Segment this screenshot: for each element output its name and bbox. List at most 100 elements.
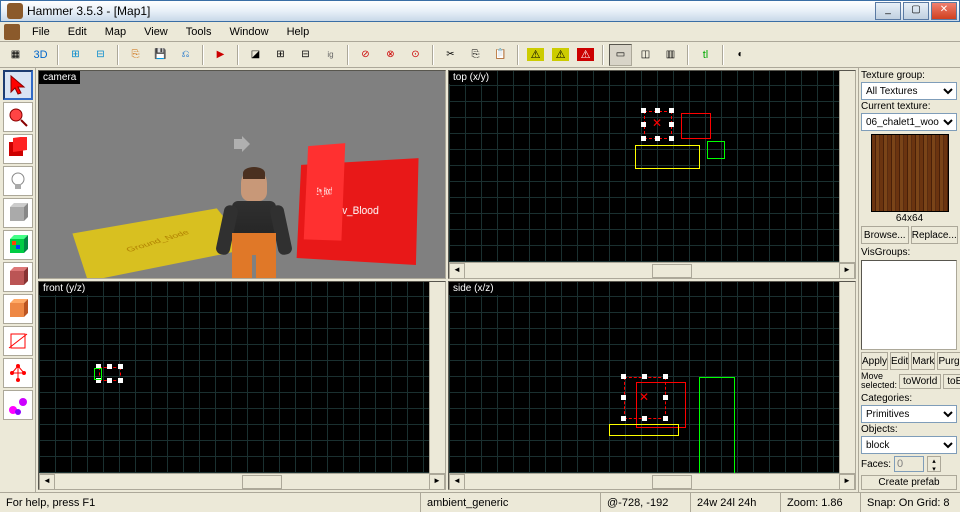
edit-button[interactable]: Edit (890, 352, 909, 370)
purge-button[interactable]: Purge (937, 352, 960, 370)
tool-path[interactable] (3, 390, 33, 420)
tool-entity[interactable] (3, 134, 33, 164)
tool-magnify[interactable] (3, 102, 33, 132)
tb-cordon-yellow-icon[interactable]: ⚠ (524, 44, 547, 66)
tb-sel-face2-icon[interactable]: ▥ (659, 44, 682, 66)
menu-help[interactable]: Help (279, 24, 318, 40)
tb-copy-icon[interactable]: ⎘ (464, 44, 487, 66)
faces-spinner[interactable]: ▴▾ (927, 456, 941, 472)
tb-reload-icon[interactable]: ⎌ (174, 44, 197, 66)
window-title: Hammer 3.5.3 - [Map1] (27, 4, 875, 18)
texgroup-select[interactable]: All Textures (861, 82, 957, 100)
status-zoom: Zoom: 1.86 (780, 493, 860, 512)
texgroup-label: Texture group: (861, 70, 958, 81)
minimize-button[interactable]: _ (875, 2, 901, 20)
entity-green (94, 368, 102, 380)
faces-label: Faces: (861, 459, 891, 470)
scrollbar-h[interactable]: ◄► (39, 473, 445, 489)
menu-tools[interactable]: Tools (178, 24, 220, 40)
mark-button[interactable]: Mark (911, 352, 935, 370)
scrollbar-h[interactable]: ◄► (449, 262, 855, 278)
tool-decal[interactable] (3, 294, 33, 324)
viewport-label: camera (39, 71, 80, 84)
tool-block[interactable] (3, 198, 33, 228)
tb-save-icon[interactable]: 💾 (149, 44, 172, 66)
scrollbar-v[interactable] (839, 282, 855, 473)
tool-clip[interactable] (3, 326, 33, 356)
toolbar: ▦ 3D ⊞ ⊟ ⎘ 💾 ⎌ ▶ ◪ ⊞ ⊟ ig ⊘ ⊗ ⊙ ✂ ⎘ 📋 ⚠ … (0, 42, 960, 68)
scrollbar-v[interactable] (429, 282, 445, 473)
tb-carve-icon[interactable]: ◪ (244, 44, 267, 66)
tb-dispmask-icon[interactable]: ◐ (729, 44, 752, 66)
right-panel: Texture group: All Textures Current text… (858, 68, 960, 492)
tb-sel-brush-icon[interactable]: ▭ (609, 44, 632, 66)
visgroups-list[interactable] (861, 260, 957, 350)
viewport-label: side (x/z) (449, 282, 498, 295)
player-model (209, 171, 299, 278)
objects-label: Objects: (861, 424, 958, 435)
tb-run-icon[interactable]: ▶ (209, 44, 232, 66)
toworld-button[interactable]: toWorld (899, 374, 941, 389)
maximize-button[interactable]: ▢ (903, 2, 929, 20)
tb-sel-face1-icon[interactable]: ◫ (634, 44, 657, 66)
tb-hideun-icon[interactable]: ⊗ (379, 44, 402, 66)
tool-selection[interactable] (3, 70, 33, 100)
replace-button[interactable]: Replace... (911, 226, 959, 244)
tb-ungroup-icon[interactable]: ⊟ (294, 44, 317, 66)
tb-cut-icon[interactable]: ✂ (439, 44, 462, 66)
browse-button[interactable]: Browse... (861, 226, 909, 244)
viewport-label: top (x/y) (449, 71, 493, 84)
viewport-grid: camera Ground_Node Env_Blood Env_Blood t… (36, 68, 858, 492)
tool-texture[interactable] (3, 230, 33, 260)
menu-file[interactable]: File (24, 24, 58, 40)
tb-load-icon[interactable]: ⎘ (124, 44, 147, 66)
menu-view[interactable]: View (136, 24, 176, 40)
viewport-camera[interactable]: camera Ground_Node Env_Blood Env_Blood (38, 70, 446, 279)
tool-light[interactable] (3, 166, 33, 196)
categories-select[interactable]: Primitives (861, 405, 957, 423)
tb-hide-icon[interactable]: ⊘ (354, 44, 377, 66)
movesel-label: Move selected: (861, 372, 897, 390)
viewport-top[interactable]: top (x/y) ✕ ◄► (448, 70, 856, 279)
status-dims: 24w 24l 24h (690, 493, 780, 512)
tb-cordon-red-icon[interactable]: ⚠ (574, 44, 597, 66)
curtex-select[interactable]: 06_chalet1_woo (861, 113, 957, 131)
tool-applytex[interactable] (3, 262, 33, 292)
menu-edit[interactable]: Edit (60, 24, 95, 40)
tb-ig-icon[interactable]: ig (319, 44, 342, 66)
apply-button[interactable]: Apply (861, 352, 888, 370)
main-area: camera Ground_Node Env_Blood Env_Blood t… (0, 68, 960, 492)
menu-window[interactable]: Window (221, 24, 276, 40)
objects-select[interactable]: block (861, 436, 957, 454)
tool-vertex[interactable] (3, 358, 33, 388)
status-entity: ambient_generic (420, 493, 600, 512)
status-help: For help, press F1 (0, 493, 420, 512)
faces-input[interactable] (894, 456, 924, 472)
toentity-button[interactable]: toEntity (943, 374, 960, 389)
tb-gridlarge-icon[interactable]: ⊟ (89, 44, 112, 66)
curtex-label: Current texture: (861, 101, 958, 112)
tb-cordon-yellow2-icon[interactable]: ⚠ (549, 44, 572, 66)
visgroups-label: VisGroups: (861, 247, 958, 258)
tb-grid3d-icon[interactable]: 3D (29, 44, 52, 66)
tb-show-icon[interactable]: ⊙ (404, 44, 427, 66)
tb-paste-icon[interactable]: 📋 (489, 44, 512, 66)
viewport-front[interactable]: front (y/z) ◄► (38, 281, 446, 490)
close-button[interactable]: ✕ (931, 2, 957, 20)
texture-preview[interactable] (871, 134, 949, 212)
menu-map[interactable]: Map (97, 24, 134, 40)
tb-texlock-icon[interactable]: tl (694, 44, 717, 66)
entity-red2 (636, 382, 686, 428)
viewport-side[interactable]: side (x/z) ✕ ◄► (448, 281, 856, 490)
entity-red (681, 113, 711, 139)
tb-grid2d-icon[interactable]: ▦ (4, 44, 27, 66)
scrollbar-h[interactable]: ◄► (449, 473, 855, 489)
create-prefab-button[interactable]: Create prefab (861, 475, 957, 490)
statusbar: For help, press F1 ambient_generic @-728… (0, 492, 960, 512)
scrollbar-v[interactable] (839, 71, 855, 262)
speaker-icon (234, 136, 254, 152)
tb-gridsmall-icon[interactable]: ⊞ (64, 44, 87, 66)
tool-palette (0, 68, 36, 492)
entity-yellow (635, 145, 700, 169)
tb-group-icon[interactable]: ⊞ (269, 44, 292, 66)
